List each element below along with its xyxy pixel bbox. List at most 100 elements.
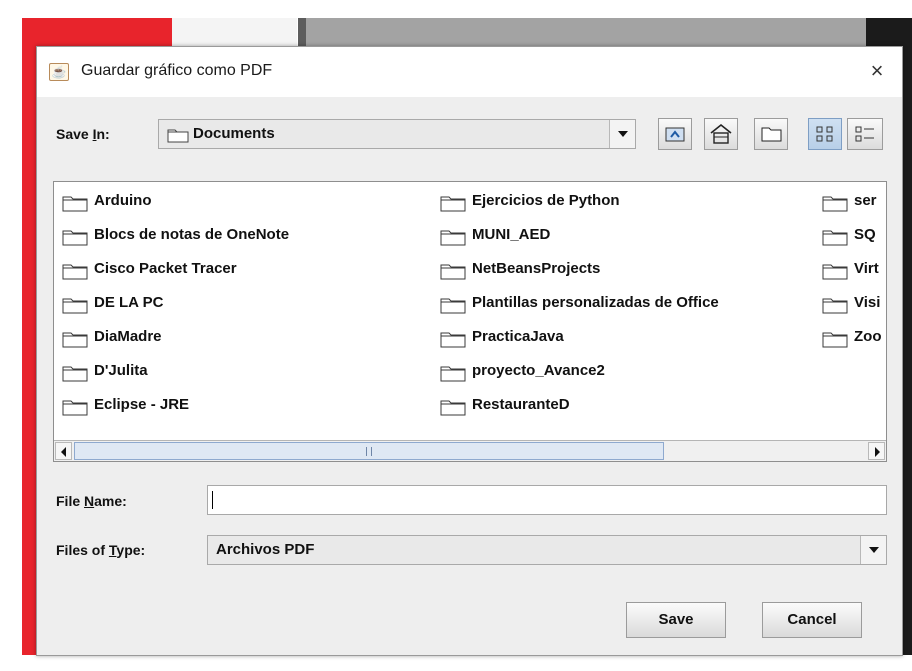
file-list-item-label: Zoo	[854, 328, 882, 345]
file-list-item-label: Ejercicios de Python	[472, 192, 620, 209]
background-app-separator	[298, 18, 306, 48]
file-type-value: Archivos PDF	[216, 541, 315, 558]
file-list-item[interactable]: Cisco Packet Tracer	[58, 254, 438, 288]
background-app-gray-strip	[172, 18, 297, 48]
file-list-item-label: Blocs de notas de OneNote	[94, 226, 290, 243]
save-in-label: Save In:	[56, 126, 110, 142]
details-view-icon	[855, 126, 874, 142]
file-list-item-label: DE LA PC	[94, 294, 164, 311]
file-list-item-label: Visi	[854, 294, 881, 311]
grip-icon	[366, 447, 372, 456]
file-column-2: Ejercicios de Python MUNI_AED NetBeansProj…	[436, 186, 816, 424]
file-list-item[interactable]: Visi	[818, 288, 886, 322]
list-view-toggle[interactable]	[808, 118, 842, 150]
file-column-1: Arduino Blocs de notas de OneNote Cisco Pa…	[58, 186, 438, 424]
new-folder-icon	[761, 127, 782, 142]
folder-icon	[440, 366, 466, 382]
details-view-toggle[interactable]	[847, 118, 883, 150]
scroll-left-button[interactable]	[55, 442, 72, 460]
folder-icon	[62, 264, 88, 280]
list-view-icon	[816, 126, 833, 142]
folder-icon	[62, 332, 88, 348]
folder-icon	[822, 332, 848, 348]
file-list-item-label: Arduino	[94, 192, 152, 209]
file-list-item-label: NetBeansProjects	[472, 260, 601, 277]
text-caret	[212, 491, 213, 509]
file-list-item-label: D'Julita	[94, 362, 148, 379]
save-pdf-dialog: ☕ Guardar gráfico como PDF × Save In: Do…	[36, 46, 903, 656]
arrow-left-icon	[61, 447, 66, 457]
save-in-combo[interactable]: Documents	[158, 119, 636, 149]
dialog-title: Guardar gráfico como PDF	[81, 62, 273, 79]
file-type-dropdown-arrow[interactable]	[860, 536, 886, 564]
file-list-item-label: Eclipse - JRE	[94, 396, 190, 413]
close-button[interactable]: ×	[862, 57, 892, 85]
scroll-right-button[interactable]	[868, 442, 885, 460]
file-list[interactable]: Arduino Blocs de notas de OneNote Cisco Pa…	[53, 181, 887, 462]
save-button[interactable]: Save	[626, 602, 726, 638]
file-list-item[interactable]: Ejercicios de Python	[436, 186, 816, 220]
file-list-item-label: SQ	[854, 226, 876, 243]
folder-icon	[62, 366, 88, 382]
folder-icon	[62, 298, 88, 314]
chevron-down-icon	[869, 547, 879, 553]
folder-icon	[62, 400, 88, 416]
dialog-titlebar: ☕ Guardar gráfico como PDF ×	[37, 47, 902, 97]
file-list-item[interactable]: NetBeansProjects	[436, 254, 816, 288]
file-list-item[interactable]: Plantillas personalizadas de Office	[436, 288, 816, 322]
file-list-item[interactable]: DiaMadre	[58, 322, 438, 356]
folder-icon	[440, 264, 466, 280]
home-icon	[710, 123, 732, 144]
file-list-item[interactable]: Virt	[818, 254, 886, 288]
file-type-combo[interactable]: Archivos PDF	[207, 535, 887, 565]
home-button[interactable]	[704, 118, 738, 150]
save-in-dropdown-arrow[interactable]	[609, 120, 635, 148]
file-list-item-label: RestauranteD	[472, 396, 570, 413]
file-list-item[interactable]: proyecto_Avance2	[436, 356, 816, 390]
up-one-level-button[interactable]	[658, 118, 692, 150]
file-list-item[interactable]: RestauranteD	[436, 390, 816, 424]
file-list-item[interactable]: D'Julita	[58, 356, 438, 390]
file-list-item[interactable]: ser	[818, 186, 886, 220]
arrow-right-icon	[875, 447, 880, 457]
file-list-item-label: Virt	[854, 260, 879, 277]
file-column-3: ser SQ Virt Visi Zoo	[818, 186, 886, 356]
new-folder-button[interactable]	[754, 118, 788, 150]
file-list-item[interactable]: Arduino	[58, 186, 438, 220]
file-list-item[interactable]: DE LA PC	[58, 288, 438, 322]
file-list-item-label: proyecto_Avance2	[472, 362, 605, 379]
file-list-item-label: Cisco Packet Tracer	[94, 260, 237, 277]
file-list-item-label: PracticaJava	[472, 328, 564, 345]
folder-icon	[822, 196, 848, 212]
folder-icon	[822, 264, 848, 280]
folder-icon	[440, 332, 466, 348]
folder-icon	[822, 230, 848, 246]
file-list-item-label: ser	[854, 192, 877, 209]
cancel-button[interactable]: Cancel	[762, 602, 862, 638]
file-list-item[interactable]: SQ	[818, 220, 886, 254]
save-in-value: Documents	[193, 125, 275, 142]
file-list-item[interactable]: PracticaJava	[436, 322, 816, 356]
scrollbar-thumb[interactable]	[74, 442, 664, 460]
file-name-label: File Name:	[56, 493, 127, 509]
file-list-item[interactable]: Zoo	[818, 322, 886, 356]
folder-icon	[440, 230, 466, 246]
horizontal-scrollbar[interactable]	[54, 440, 886, 461]
folder-icon	[440, 196, 466, 212]
file-list-item[interactable]: Blocs de notas de OneNote	[58, 220, 438, 254]
up-one-level-icon	[665, 127, 685, 142]
file-list-item[interactable]: MUNI_AED	[436, 220, 816, 254]
folder-icon	[167, 129, 189, 143]
folder-icon	[62, 196, 88, 212]
file-list-item[interactable]: Eclipse - JRE	[58, 390, 438, 424]
folder-icon	[440, 298, 466, 314]
file-type-label: Files of Type:	[56, 542, 146, 558]
file-list-item-label: DiaMadre	[94, 328, 162, 345]
file-name-input[interactable]	[207, 485, 887, 515]
background-bottom-strip	[0, 655, 912, 671]
folder-icon	[440, 400, 466, 416]
file-list-item-label: Plantillas personalizadas de Office	[472, 294, 719, 311]
chevron-down-icon	[618, 131, 628, 137]
folder-icon	[822, 298, 848, 314]
file-list-item-label: MUNI_AED	[472, 226, 551, 243]
